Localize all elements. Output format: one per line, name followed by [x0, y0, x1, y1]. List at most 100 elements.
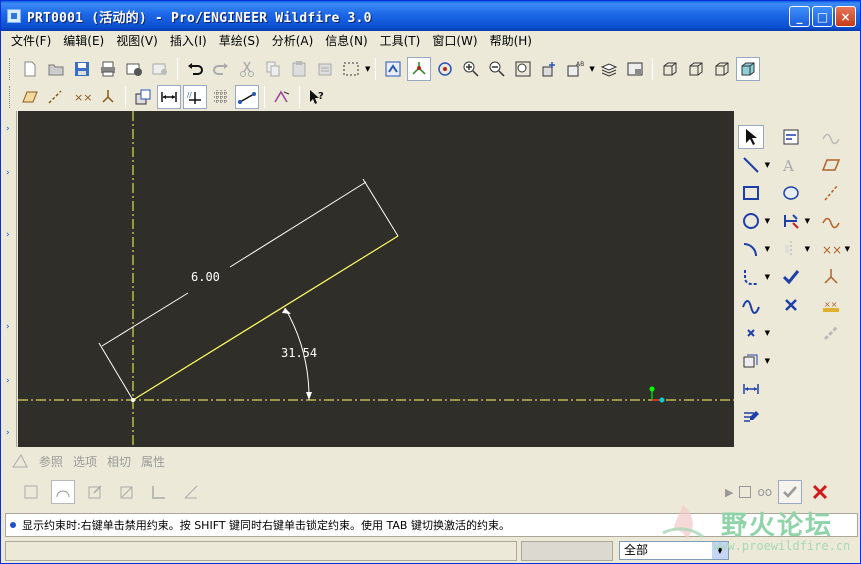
menu-edit[interactable]: 编辑(E): [57, 31, 110, 51]
chain-tool-icon[interactable]: [818, 321, 844, 345]
trim-tool-icon[interactable]: ▼: [778, 209, 810, 233]
menu-info[interactable]: 信息(N): [319, 31, 373, 51]
menu-tools[interactable]: 工具(T): [374, 31, 427, 51]
spline-tool-icon[interactable]: [738, 293, 764, 317]
menu-file[interactable]: 文件(F): [5, 31, 57, 51]
copy-icon[interactable]: [261, 57, 285, 81]
regenerate-icon[interactable]: [381, 57, 405, 81]
graphics-window[interactable]: 6.00 31.54: [18, 111, 734, 447]
context-help-icon[interactable]: ?: [305, 85, 329, 109]
use-edge-icon[interactable]: ▼: [738, 349, 770, 373]
paste-special-icon[interactable]: [313, 57, 337, 81]
angle-icon[interactable]: [179, 480, 203, 504]
menu-help[interactable]: 帮助(H): [484, 31, 538, 51]
cancel-x-icon[interactable]: [778, 293, 804, 317]
select-box-icon[interactable]: [339, 57, 363, 81]
ok-button[interactable]: [778, 480, 803, 504]
shading-icon[interactable]: [735, 57, 760, 81]
arc-tool-icon[interactable]: ▼: [738, 237, 770, 261]
sketch-line[interactable]: [132, 235, 399, 401]
circle-tool-icon[interactable]: ▼: [738, 209, 770, 233]
cut-icon[interactable]: [235, 57, 259, 81]
menu-window[interactable]: 窗口(W): [426, 31, 483, 51]
done-section-icon[interactable]: [778, 125, 804, 149]
send-mail-icon[interactable]: [122, 57, 146, 81]
datum-planes-icon[interactable]: [18, 85, 42, 109]
dimension-length-text[interactable]: 6.00: [191, 270, 220, 284]
close-window-button[interactable]: ×: [835, 6, 856, 27]
paste-icon[interactable]: [287, 57, 311, 81]
toolbar-grip[interactable]: [9, 58, 12, 80]
dimension-tool-icon[interactable]: [738, 377, 764, 401]
save-icon[interactable]: [70, 57, 94, 81]
curve-icon[interactable]: [818, 125, 844, 149]
solid-icon[interactable]: [19, 480, 43, 504]
sketch-drawing[interactable]: 6.00 31.54: [18, 111, 734, 447]
pause-icon[interactable]: ▶: [725, 486, 733, 499]
selection-filter[interactable]: 全部 ▼: [619, 541, 729, 560]
datum-axes-icon[interactable]: [44, 85, 68, 109]
sketch-orient-view-icon[interactable]: [131, 85, 155, 109]
preview-checkbox[interactable]: [739, 486, 752, 498]
dashboard-grip-icon[interactable]: [11, 453, 29, 469]
sketch-tool-icon[interactable]: [83, 480, 107, 504]
sketch-orient-icon[interactable]: [407, 57, 432, 81]
hidden-line-icon[interactable]: [684, 57, 708, 81]
accept-check-icon[interactable]: [778, 265, 804, 289]
show-dimensions-icon[interactable]: [157, 85, 181, 109]
tab-tangent[interactable]: 相切: [107, 453, 131, 470]
spin-center-icon[interactable]: [433, 57, 457, 81]
menu-analysis[interactable]: 分析(A): [266, 31, 320, 51]
expand-arrow-icon[interactable]: ›: [6, 231, 14, 240]
dimension-angle-text[interactable]: 31.54: [281, 346, 317, 360]
remove-material-icon[interactable]: [115, 480, 139, 504]
fillet-tool-icon[interactable]: ▼: [738, 265, 770, 289]
analysis-tool-icon[interactable]: ××: [818, 293, 844, 317]
expand-arrow-icon[interactable]: ›: [6, 125, 14, 134]
menu-insert[interactable]: 插入(I): [164, 31, 213, 51]
show-vertices-icon[interactable]: [235, 85, 259, 109]
undo-icon[interactable]: [183, 57, 207, 81]
new-file-icon[interactable]: [18, 57, 42, 81]
line-tool-icon[interactable]: ▼: [738, 153, 770, 177]
datum-point-tool-icon[interactable]: ×× ▼: [818, 237, 850, 261]
saved-views-dropdown-icon[interactable]: ▼: [589, 65, 594, 73]
orient-icon[interactable]: [537, 57, 561, 81]
print-icon[interactable]: [96, 57, 120, 81]
wireframe-icon[interactable]: [658, 57, 682, 81]
open-file-icon[interactable]: [44, 57, 68, 81]
menu-sketch[interactable]: 草绘(S): [213, 31, 266, 51]
refit-icon[interactable]: [511, 57, 535, 81]
surface-icon[interactable]: [51, 480, 75, 504]
menu-view[interactable]: 视图(V): [110, 31, 164, 51]
mirror-tool-icon[interactable]: ▼: [778, 237, 810, 261]
tab-properties[interactable]: 属性: [141, 453, 165, 470]
coord-sys-icon[interactable]: [96, 85, 120, 109]
datum-curve-tool-icon[interactable]: [818, 209, 844, 233]
zoom-in-icon[interactable]: [459, 57, 483, 81]
cancel-button[interactable]: [808, 480, 832, 504]
zoom-out-icon[interactable]: [485, 57, 509, 81]
modify-tool-icon[interactable]: [738, 405, 764, 429]
show-grid-icon[interactable]: [209, 85, 233, 109]
navigator-dock[interactable]: › › › › › ›: [3, 111, 17, 447]
saved-views-icon[interactable]: AB: [563, 57, 587, 81]
datum-csys-tool-icon[interactable]: [818, 265, 844, 289]
expand-arrow-icon[interactable]: ›: [6, 377, 14, 386]
datum-axis-tool-icon[interactable]: [818, 181, 844, 205]
expand-arrow-icon[interactable]: ›: [6, 429, 14, 438]
rectangle-tool-icon[interactable]: [738, 181, 764, 205]
tab-options[interactable]: 选项: [73, 453, 97, 470]
tab-references[interactable]: 参照: [39, 453, 63, 470]
layers-icon[interactable]: [597, 57, 621, 81]
thicken-icon[interactable]: [147, 480, 171, 504]
text-tool-icon[interactable]: A: [778, 153, 804, 177]
datum-points-icon[interactable]: ××: [70, 85, 94, 109]
palette-icon[interactable]: [778, 181, 804, 205]
maximize-button[interactable]: □: [812, 6, 833, 27]
minimize-button[interactable]: _: [789, 6, 810, 27]
expand-arrow-icon[interactable]: ›: [6, 169, 14, 178]
view-manager-icon[interactable]: [623, 57, 647, 81]
point-tool-icon[interactable]: ▼: [738, 321, 770, 345]
sketch-diagnostics-icon[interactable]: [270, 85, 294, 109]
